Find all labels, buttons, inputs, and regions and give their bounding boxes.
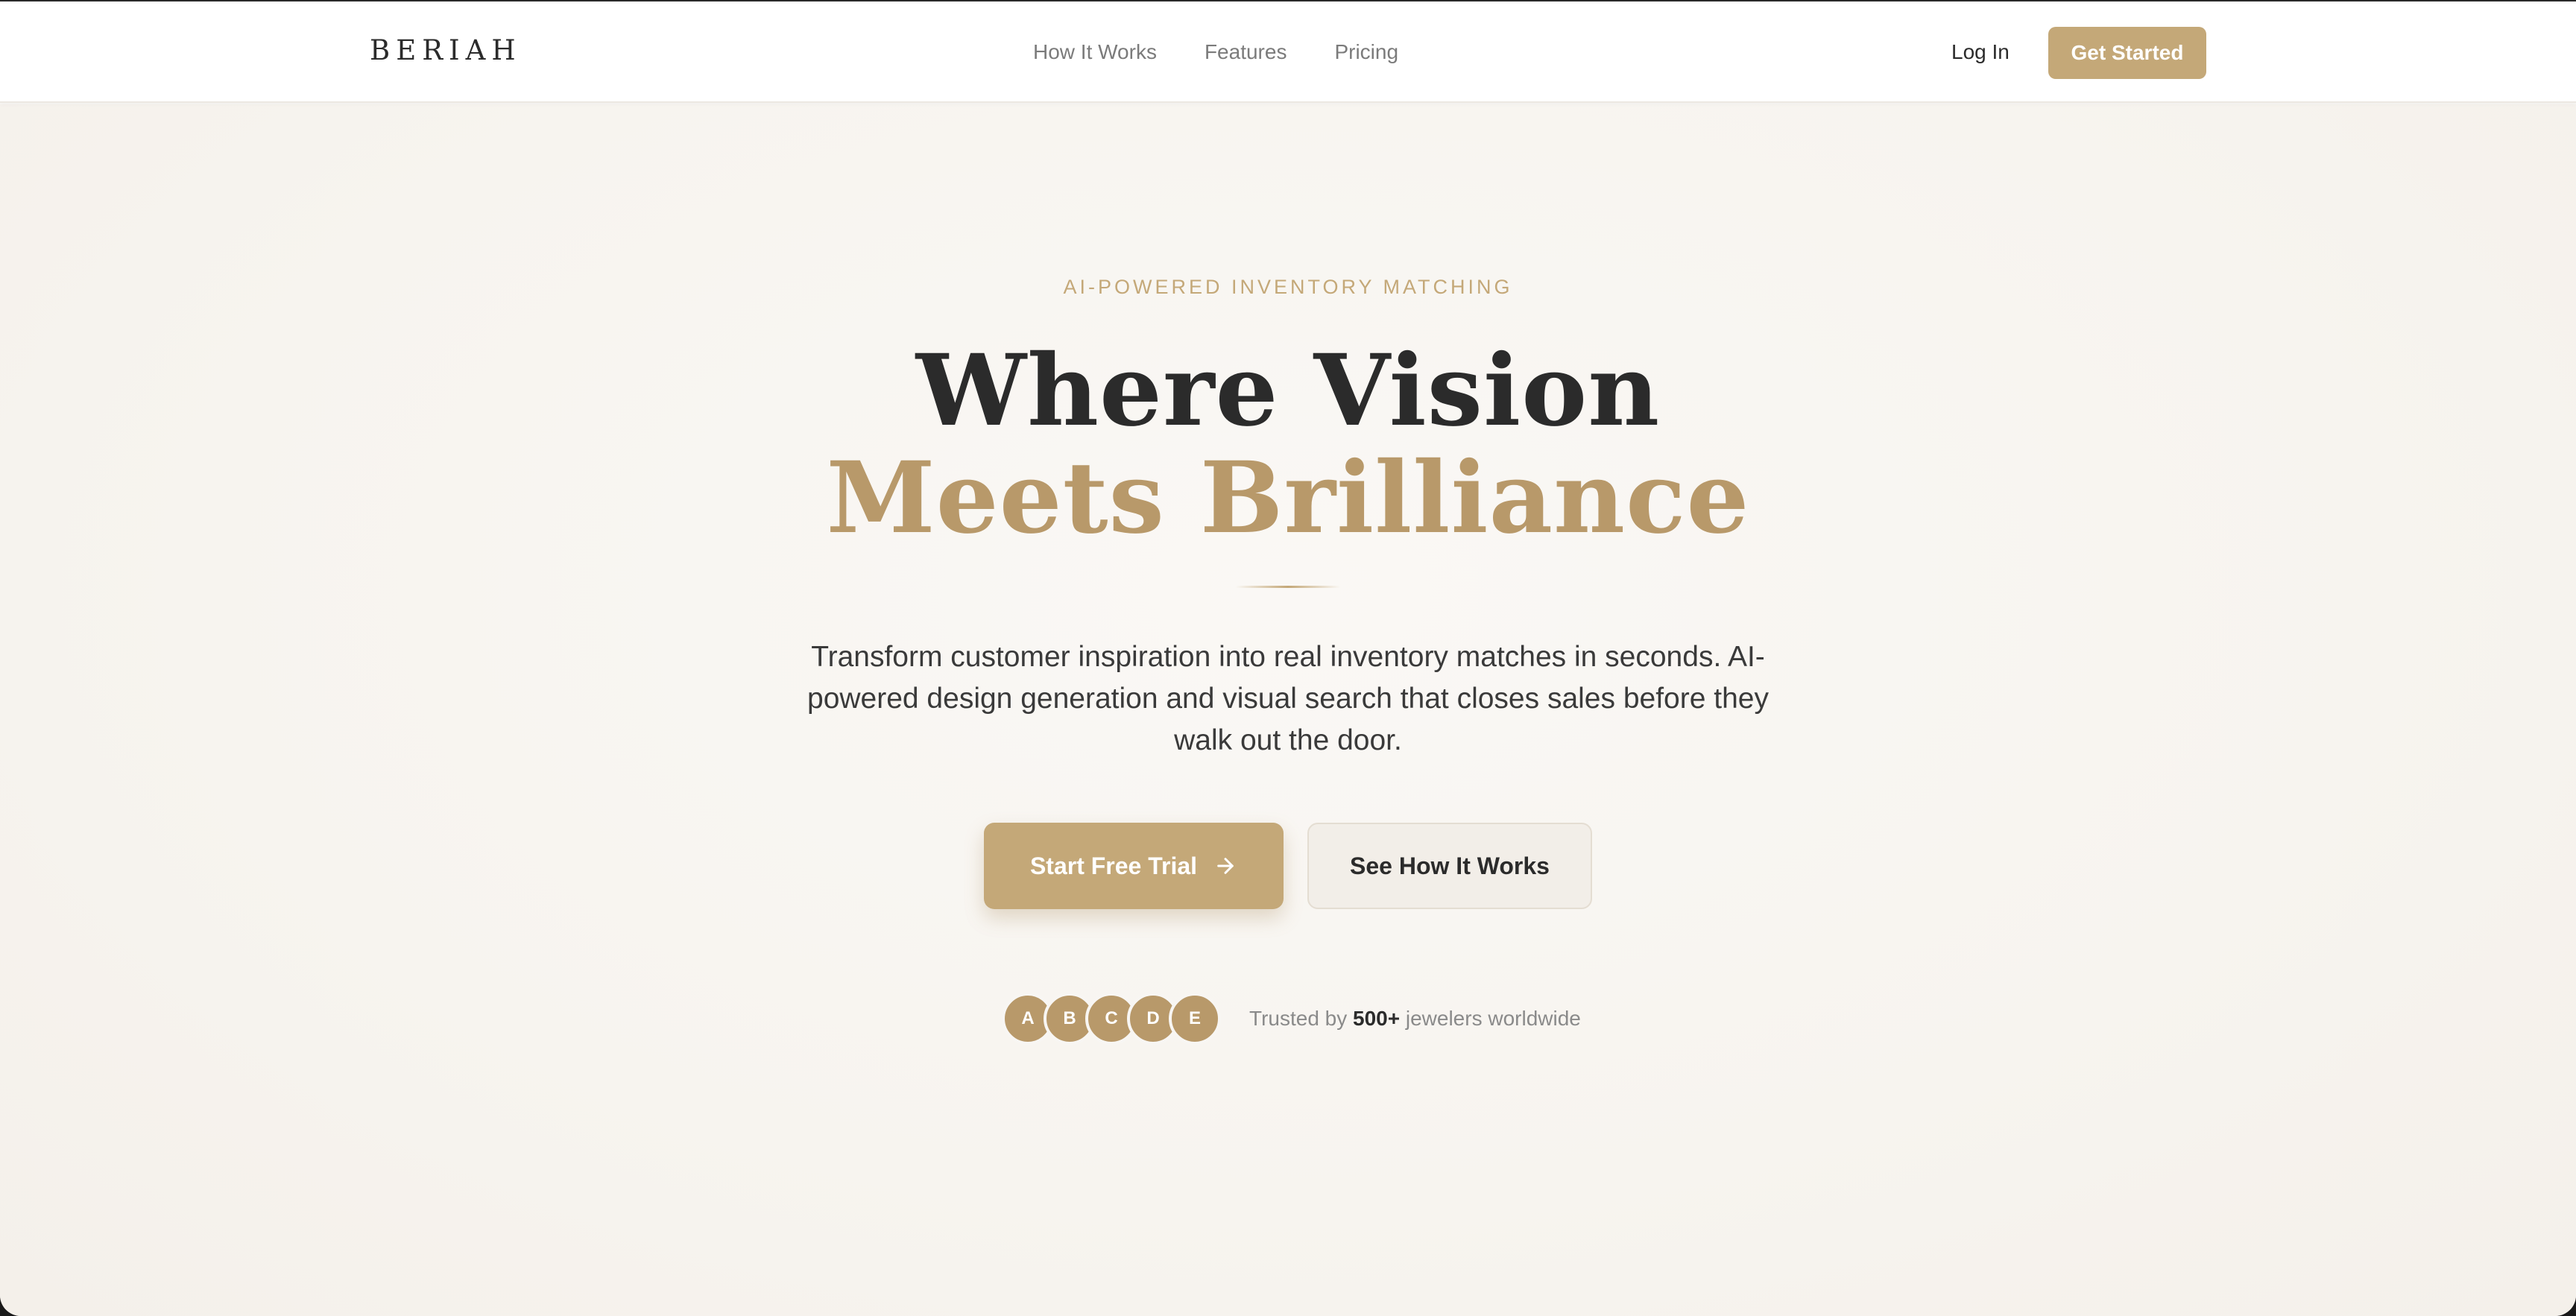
browser-page: BERIAH How It Works Features Pricing Log…: [0, 0, 2576, 1316]
avatar: E: [1169, 993, 1221, 1045]
hero-eyebrow: AI-POWERED INVENTORY MATCHING: [1063, 276, 1513, 298]
login-link[interactable]: Log In: [1951, 40, 2010, 64]
hero-description: Transform customer inspiration into real…: [807, 641, 1769, 756]
trust-text: Trusted by 500+ jewelers worldwide: [1249, 1007, 1581, 1031]
hero-headline-line-2: Meets Brilliance: [826, 440, 1750, 556]
start-free-trial-button[interactable]: Start Free Trial: [984, 823, 1284, 909]
start-free-trial-label: Start Free Trial: [1029, 852, 1198, 879]
nav-links: How It Works Features Pricing: [1033, 40, 1398, 64]
nav-link-how-it-works[interactable]: How It Works: [1033, 40, 1157, 64]
trust-suffix: jewelers worldwide: [1400, 1007, 1581, 1030]
trust-count: 500+: [1353, 1007, 1401, 1030]
trust-row: A B C D E Trusted by 500+ jewelers world…: [1002, 993, 1581, 1045]
nav-link-pricing[interactable]: Pricing: [1334, 40, 1398, 64]
brand-logo[interactable]: BERIAH: [370, 34, 522, 66]
get-started-button[interactable]: Get Started: [2048, 27, 2206, 79]
nav-link-features[interactable]: Features: [1205, 40, 1287, 64]
avatar-stack: A B C D E: [1002, 993, 1221, 1045]
hero-divider: [1236, 586, 1340, 588]
hero-headline-line-1: Where Vision: [915, 333, 1661, 449]
arrow-right-icon: [1213, 854, 1237, 878]
see-how-it-works-button[interactable]: See How It Works: [1307, 823, 1592, 909]
trust-prefix: Trusted by: [1249, 1007, 1354, 1030]
top-navigation: BERIAH How It Works Features Pricing Log…: [0, 1, 2576, 103]
